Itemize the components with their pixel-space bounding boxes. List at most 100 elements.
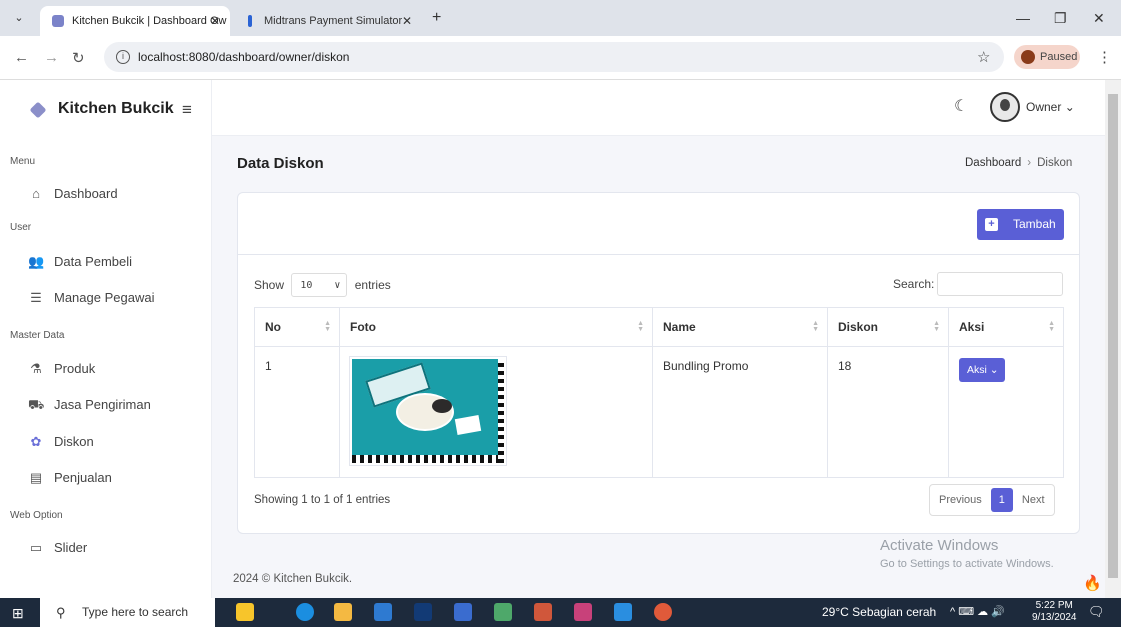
avatar[interactable] <box>990 92 1020 122</box>
page-scrollbar[interactable] <box>1105 80 1121 598</box>
product-icon: ⚗ <box>30 361 42 376</box>
dark-mode-toggle-icon[interactable]: ☾ <box>954 96 968 116</box>
tab-search-dropdown-icon[interactable]: ⌄ <box>10 9 28 27</box>
new-tab-button[interactable]: + <box>432 9 441 27</box>
add-discount-button[interactable]: + Tambah <box>977 209 1064 240</box>
top-header: ☾ Owner ⌄ <box>212 80 1105 136</box>
truck-icon: ⛟ <box>28 397 45 412</box>
scrollbar-thumb[interactable] <box>1108 94 1118 578</box>
clock-time: 5:22 PM <box>1035 600 1073 611</box>
profile-status: Paused <box>1040 51 1078 63</box>
reload-icon[interactable]: ↻ <box>72 49 85 67</box>
sidebar-item-manage-pegawai[interactable]: ☰ Manage Pegawai <box>10 286 200 310</box>
column-header-name[interactable]: Name ▲ ▼ <box>652 307 828 347</box>
vscode-icon[interactable] <box>614 603 632 621</box>
tab-title: Midtrans Payment Simulator <box>264 15 403 27</box>
clock-date: 9/13/2024 <box>1032 612 1077 623</box>
sidebar-item-dashboard[interactable]: ⌂ Dashboard <box>10 182 200 206</box>
card-header: + Tambah <box>238 193 1079 255</box>
sidebar-item-jasa-pengiriman[interactable]: ⛟ Jasa Pengiriman <box>10 393 200 417</box>
entries-select[interactable]: 10 ∨ <box>291 273 348 297</box>
notification-icon[interactable]: 🗨 <box>1088 604 1105 620</box>
row-action-button[interactable]: Aksi ⌄ <box>959 358 1005 382</box>
chevron-down-icon: ⌄ <box>986 364 999 376</box>
breadcrumb-separator-icon: › <box>1027 157 1032 169</box>
url-field[interactable]: i localhost:8080/dashboard/owner/diskon <box>104 42 1004 72</box>
back-icon[interactable]: ← <box>14 49 29 66</box>
close-tab-icon[interactable]: ✕ <box>210 6 220 36</box>
widgets-icon[interactable] <box>236 603 254 621</box>
sidebar: Kitchen Bukcik ≡ Menu ⌂ Dashboard User 👥… <box>0 80 212 598</box>
tab-midtrans[interactable]: Midtrans Payment Simulator ✕ <box>232 6 422 36</box>
app-icon[interactable] <box>574 603 592 621</box>
table-info: Showing 1 to 1 of 1 entries <box>254 494 391 506</box>
column-header-diskon[interactable]: Diskon ▲ ▼ <box>827 307 949 347</box>
home-icon: ⌂ <box>32 186 40 201</box>
windows-start-icon[interactable]: ⊞ <box>12 605 24 622</box>
section-label-web: Web Option <box>10 510 63 521</box>
sidebar-item-label: Produk <box>54 361 96 376</box>
cell-diskon: 18 <box>827 346 949 478</box>
sort-icon: ▲ ▼ <box>324 320 331 333</box>
discount-icon: ✿ <box>30 434 42 449</box>
restore-icon[interactable]: ❐ <box>1054 10 1067 27</box>
cell-no: 1 <box>254 346 340 478</box>
sort-icon: ▲ ▼ <box>1048 320 1055 333</box>
windows-taskbar: ⊞ ⚲ Type here to search 29°C Sebagian ce… <box>0 598 1121 627</box>
breadcrumb: Dashboard › Diskon <box>965 157 1072 169</box>
calculator-icon[interactable] <box>454 603 472 621</box>
user-menu[interactable]: Owner ⌄ <box>1026 100 1075 114</box>
close-tab-icon[interactable]: ✕ <box>402 6 412 36</box>
column-header-no[interactable]: No ▲ ▼ <box>254 307 340 347</box>
file-explorer-icon[interactable] <box>334 603 352 621</box>
user-list-icon: ☰ <box>30 290 42 305</box>
pagination-next[interactable]: Next <box>1013 485 1054 515</box>
site-info-icon[interactable]: i <box>116 50 130 64</box>
column-header-aksi[interactable]: Aksi ▲ ▼ <box>948 307 1064 347</box>
activate-windows-title: Activate Windows <box>880 537 999 554</box>
sidebar-item-produk[interactable]: ⚗ Produk <box>10 357 200 381</box>
breadcrumb-current: Diskon <box>1037 157 1073 169</box>
sidebar-item-penjualan[interactable]: ▤ Penjualan <box>10 466 200 490</box>
pagination-previous[interactable]: Previous <box>930 485 991 515</box>
browser-menu-icon[interactable]: ⋮ <box>1097 48 1112 66</box>
plus-icon: + <box>985 218 998 231</box>
section-label-master: Master Data <box>10 330 65 341</box>
close-window-icon[interactable]: ✕ <box>1093 10 1105 27</box>
system-tray-icons[interactable]: ^ ⌨ ☁ 🔊 <box>950 605 1005 618</box>
brand-logo[interactable]: Kitchen Bukcik <box>29 100 174 119</box>
mail-icon[interactable] <box>374 603 392 621</box>
taskbar-search[interactable]: ⚲ Type here to search <box>40 598 215 627</box>
profile-paused-button[interactable]: Paused <box>1014 45 1080 69</box>
chrome-icon[interactable] <box>654 603 672 621</box>
app-icon[interactable] <box>494 603 512 621</box>
address-bar-row: ← → ↻ i localhost:8080/dashboard/owner/d… <box>0 36 1121 80</box>
powerpoint-icon[interactable] <box>534 603 552 621</box>
clock[interactable]: 5:22 PM 9/13/2024 <box>1032 600 1077 624</box>
bookmark-star-icon[interactable]: ☆ <box>977 48 990 66</box>
entries-length-control: Show 10 ∨ entries <box>254 273 391 297</box>
edge-icon[interactable] <box>296 603 314 621</box>
breadcrumb-dashboard[interactable]: Dashboard <box>965 157 1021 169</box>
sidebar-item-data-pembeli[interactable]: 👥 Data Pembeli <box>10 250 200 274</box>
forward-icon[interactable]: → <box>44 49 59 66</box>
search-input[interactable] <box>937 272 1063 296</box>
photoshop-icon[interactable] <box>414 603 432 621</box>
sort-icon: ▲ ▼ <box>637 320 644 333</box>
brand-name: Kitchen Bukcik <box>58 100 174 117</box>
weather-widget[interactable]: 29°C Sebagian cerah <box>822 605 936 619</box>
sidebar-item-slider[interactable]: ▭ Slider <box>10 536 200 560</box>
url-text: localhost:8080/dashboard/owner/diskon <box>138 50 350 64</box>
hamburger-menu-icon[interactable]: ≡ <box>182 100 192 120</box>
tab-kitchen-bukcik[interactable]: Kitchen Bukcik | Dashboard Ow ✕ <box>40 6 230 36</box>
sidebar-item-label: Penjualan <box>54 470 112 485</box>
search-label: Search: <box>893 277 935 291</box>
fire-icon[interactable]: 🔥 <box>1083 574 1102 592</box>
cell-foto <box>339 346 653 478</box>
sidebar-item-diskon[interactable]: ✿ Diskon <box>10 430 200 454</box>
users-icon: 👥 <box>28 254 45 269</box>
column-header-foto[interactable]: Foto ▲ ▼ <box>339 307 653 347</box>
chevron-down-icon: ⌄ <box>1064 100 1075 114</box>
pagination-page-1[interactable]: 1 <box>990 488 1013 512</box>
minimize-icon[interactable]: — <box>1016 10 1030 26</box>
